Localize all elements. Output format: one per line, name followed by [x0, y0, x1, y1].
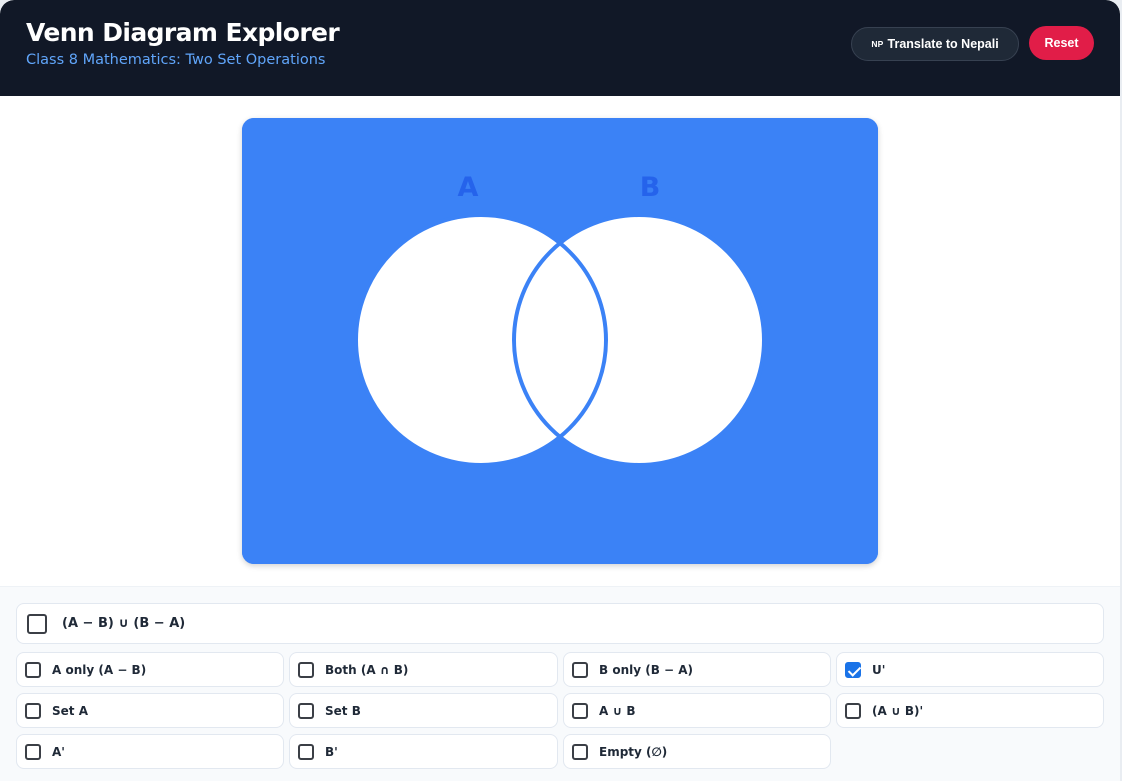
option-empty-set[interactable]: Empty (∅) [563, 734, 831, 769]
option-b-only[interactable]: B only (B − A) [563, 652, 831, 687]
option-union[interactable]: A ∪ B [563, 693, 831, 728]
option-set-a[interactable]: Set A [16, 693, 284, 728]
option-label: B only (B − A) [599, 662, 694, 677]
reset-button[interactable]: Reset [1029, 26, 1094, 60]
option-label: Set A [52, 703, 88, 718]
checkbox[interactable] [845, 702, 861, 719]
option-label: B' [325, 744, 338, 759]
option-symmetric-difference[interactable]: (A − B) ∪ (B − A) [16, 603, 1104, 644]
option-label: (A ∪ B)' [872, 703, 924, 718]
venn-svg: A B [242, 118, 878, 564]
option-label: A ∪ B [599, 703, 636, 718]
checkbox[interactable] [572, 702, 588, 719]
option-label: (A − B) ∪ (B − A) [62, 616, 186, 631]
option-label: A' [52, 744, 65, 759]
option-b-complement[interactable]: B' [289, 734, 558, 769]
set-a-label: A [458, 172, 479, 203]
checkbox[interactable] [25, 702, 41, 719]
option-a-complement[interactable]: A' [16, 734, 284, 769]
checkbox[interactable] [25, 743, 41, 760]
checkbox[interactable] [298, 702, 314, 719]
checkbox[interactable] [27, 613, 47, 634]
operation-options-panel: (A − B) ∪ (B − A) A only (A − B) Both (A… [0, 586, 1120, 781]
nepal-flag-icon: NP [871, 39, 884, 49]
option-a-only[interactable]: A only (A − B) [16, 652, 284, 687]
option-both[interactable]: Both (A ∩ B) [289, 652, 558, 687]
checkbox[interactable] [572, 661, 588, 678]
option-label: U' [872, 662, 886, 677]
option-label: Empty (∅) [599, 744, 668, 759]
venn-diagram: A B [242, 118, 878, 564]
translate-button[interactable]: NP Translate to Nepali [851, 27, 1019, 61]
translate-button-label: Translate to Nepali [887, 37, 999, 51]
option-set-b[interactable]: Set B [289, 693, 558, 728]
checkbox[interactable] [25, 661, 41, 678]
set-b-label: B [640, 172, 661, 203]
app-header: Venn Diagram Explorer Class 8 Mathematic… [0, 0, 1120, 96]
checkbox-checked[interactable] [845, 661, 861, 678]
option-label: Both (A ∩ B) [325, 662, 409, 677]
page-title: Venn Diagram Explorer [26, 18, 340, 47]
checkbox[interactable] [572, 743, 588, 760]
option-label: Set B [325, 703, 361, 718]
checkbox[interactable] [298, 743, 314, 760]
option-union-complement[interactable]: (A ∪ B)' [836, 693, 1104, 728]
option-label: A only (A − B) [52, 662, 147, 677]
page-subtitle: Class 8 Mathematics: Two Set Operations [26, 52, 326, 68]
checkbox[interactable] [298, 661, 314, 678]
app-window: Venn Diagram Explorer Class 8 Mathematic… [0, 0, 1120, 781]
option-universal-complement[interactable]: U' [836, 652, 1104, 687]
